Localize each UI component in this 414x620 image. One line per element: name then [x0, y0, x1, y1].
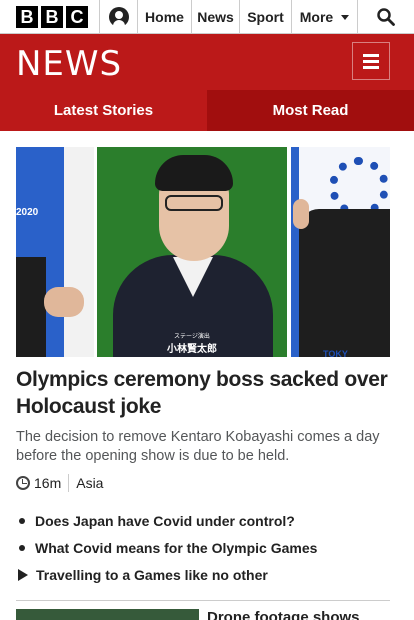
- nav-sport-link[interactable]: Sport: [240, 0, 292, 33]
- search-button[interactable]: [358, 0, 414, 33]
- account-icon: [108, 6, 129, 27]
- news-section-title[interactable]: NEWS: [16, 44, 122, 84]
- hamburger-icon-bar-1: [363, 53, 379, 57]
- related-links: Does Japan have Covid under control? Wha…: [16, 507, 396, 588]
- logo-letter-c: C: [66, 5, 88, 28]
- bullet-icon: [19, 544, 25, 551]
- portrait-caption-small: ステージ演出: [174, 334, 210, 340]
- related-link-label: What Covid means for the Olympic Games: [35, 539, 318, 556]
- nav-more-button[interactable]: More: [292, 0, 358, 33]
- play-icon: [18, 568, 28, 581]
- chevron-down-icon: [341, 15, 350, 20]
- story-tabs: Latest Stories Most Read: [0, 90, 414, 131]
- story-meta: 16m Asia: [16, 474, 103, 492]
- clock-icon: [16, 476, 30, 490]
- image-right-backdrop: TOKY TOKY: [293, 147, 390, 357]
- nav-home-link[interactable]: Home: [138, 0, 192, 33]
- image-text-2020: 2020: [16, 207, 39, 218]
- nav-news-link[interactable]: News: [192, 0, 240, 33]
- hamburger-icon-bar-2: [363, 59, 379, 63]
- image-left-backdrop: 2020: [16, 147, 64, 357]
- story-time: 16m: [34, 475, 62, 491]
- story-headline[interactable]: Olympics ceremony boss sacked over Holoc…: [16, 366, 398, 420]
- tab-most-read[interactable]: Most Read: [207, 90, 414, 131]
- tab-latest-stories[interactable]: Latest Stories: [0, 90, 207, 131]
- account-button[interactable]: [100, 0, 138, 33]
- related-link-label: Does Japan have Covid under control?: [35, 512, 295, 529]
- hamburger-icon-bar-3: [363, 65, 379, 69]
- image-right-stripe: [291, 147, 299, 357]
- story-image[interactable]: 2020 ステージ演出 小林賢太郎 TOKY TOKY: [16, 147, 390, 357]
- story-divider: [16, 600, 390, 601]
- next-story-headline[interactable]: Drone footage shows: [207, 609, 397, 620]
- portrait-photo: ステージ演出 小林賢太郎: [97, 147, 287, 357]
- menu-button[interactable]: [352, 42, 390, 80]
- bbc-logo[interactable]: B B C: [0, 0, 100, 33]
- portrait-hair: [155, 155, 233, 191]
- related-link[interactable]: What Covid means for the Olympic Games: [16, 534, 396, 561]
- image-suit: [299, 209, 390, 357]
- portrait-glasses: [165, 195, 223, 211]
- olympic-emblem-icon: [329, 157, 389, 217]
- related-link[interactable]: Does Japan have Covid under control?: [16, 507, 396, 534]
- logo-letter-b2: B: [41, 5, 63, 28]
- meta-divider: [68, 474, 70, 492]
- portrait-caption: 小林賢太郎: [167, 344, 217, 355]
- image-text-tokyo-lower: TOKY: [323, 349, 348, 357]
- next-story-thumbnail[interactable]: [16, 609, 199, 620]
- story-summary: The decision to remove Kentaro Kobayashi…: [16, 429, 380, 464]
- bullet-icon: [19, 517, 25, 524]
- nav-more-label: More: [299, 8, 334, 25]
- news-banner: NEWS: [0, 34, 414, 90]
- image-sleeve: [16, 257, 46, 357]
- related-video-link[interactable]: Travelling to a Games like no other: [16, 561, 396, 588]
- story-region-link[interactable]: Asia: [76, 475, 103, 491]
- image-fist: [293, 199, 309, 229]
- image-hand: [44, 287, 84, 317]
- related-link-label: Travelling to a Games like no other: [36, 566, 268, 583]
- logo-letter-b1: B: [16, 5, 38, 28]
- image-gap: [64, 147, 94, 357]
- top-navigation: B B C Home News Sport More: [0, 0, 414, 34]
- search-icon: [377, 7, 395, 26]
